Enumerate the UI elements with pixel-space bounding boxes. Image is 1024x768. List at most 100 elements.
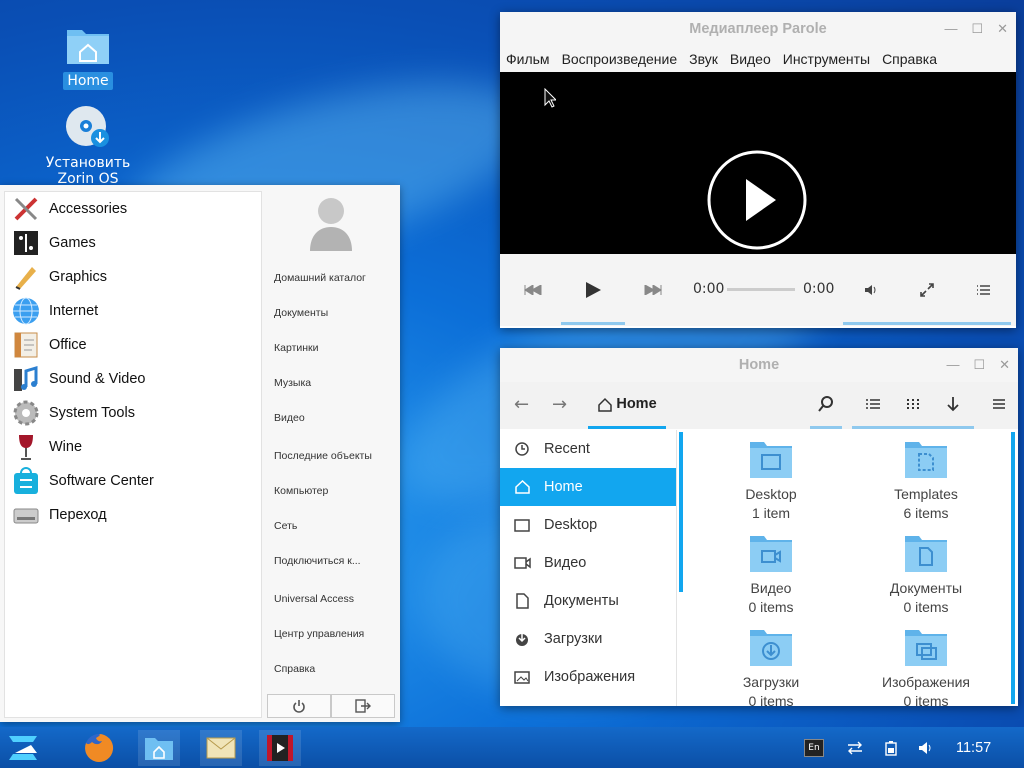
category-system-tools[interactable]: System Tools (5, 396, 261, 430)
documents-folder-icon (905, 536, 947, 572)
desktop-icon-label: Установить Zorin OS (45, 155, 131, 187)
big-play-icon[interactable] (706, 149, 808, 251)
sidebar-item-downloads[interactable]: Загрузки (500, 620, 676, 658)
place-documents[interactable]: Документы (274, 307, 328, 319)
folder-pictures[interactable]: Изображения 0 items (851, 626, 1001, 706)
taskbar-parole[interactable] (259, 730, 301, 766)
taskbar-firefox[interactable] (80, 730, 118, 766)
maximize-icon[interactable]: ☐ (973, 348, 985, 382)
close-icon[interactable]: ✕ (999, 348, 1010, 382)
fullscreen-icon[interactable] (920, 283, 934, 297)
video-area[interactable] (500, 72, 1016, 254)
play-icon[interactable] (584, 281, 602, 299)
logout-button[interactable] (331, 694, 395, 718)
place-control-center[interactable]: Центр управления (274, 628, 364, 640)
desktop-icon (514, 518, 530, 532)
taskbar-mail[interactable] (200, 730, 242, 766)
progress-strip-right (843, 322, 1011, 325)
home-icon (514, 480, 530, 494)
window-title: Медиаплеер Parole (689, 21, 827, 37)
menu-icon[interactable] (992, 398, 1006, 410)
maximize-icon[interactable]: ☐ (971, 12, 983, 46)
sidebar-item-desktop[interactable]: Desktop (500, 506, 676, 544)
place-recent[interactable]: Последние объекты (274, 450, 372, 462)
next-icon[interactable] (644, 285, 662, 295)
folder-templates[interactable]: Templates 6 items (851, 438, 1001, 523)
sidebar-item-video[interactable]: Видео (500, 544, 676, 582)
place-music[interactable]: Музыка (274, 377, 311, 389)
menu-film[interactable]: Фильм (506, 51, 550, 67)
volume-icon[interactable] (918, 741, 934, 755)
folder-downloads[interactable]: Загрузки 0 items (696, 626, 846, 706)
folder-desktop[interactable]: Desktop 1 item (696, 438, 846, 523)
category-software-center[interactable]: Software Center (5, 464, 261, 498)
location-home-button[interactable]: Home (588, 382, 666, 429)
menu-video[interactable]: Видео (730, 51, 771, 67)
folder-documents[interactable]: Документы 0 items (851, 532, 1001, 617)
category-games[interactable]: Games (5, 226, 261, 260)
menu-audio[interactable]: Звук (689, 51, 718, 67)
category-list: Accessories Games Graphics Internet Offi… (4, 191, 262, 718)
player-titlebar[interactable]: Медиаплеер Parole — ☐ ✕ (500, 12, 1016, 46)
list-view-icon[interactable] (866, 398, 880, 410)
menu-help[interactable]: Справка (882, 51, 937, 67)
back-arrow-icon[interactable]: ← (514, 394, 529, 415)
place-computer[interactable]: Компьютер (274, 485, 328, 497)
fm-sidebar: Recent Home Desktop Видео Документы Загр… (500, 430, 677, 706)
file-manager-window: Home — ☐ ✕ ← → Home Recent Home Desktop … (500, 348, 1018, 706)
grid-view-icon[interactable] (906, 398, 920, 410)
sidebar-item-recent[interactable]: Recent (500, 430, 676, 468)
category-graphics[interactable]: Graphics (5, 260, 261, 294)
volume-icon[interactable] (864, 284, 878, 296)
category-sound-video[interactable]: Sound & Video (5, 362, 261, 396)
media-player-window: Медиаплеер Parole — ☐ ✕ Фильм Воспроизве… (500, 12, 1016, 328)
desktop-icon-home[interactable]: Home (33, 24, 143, 90)
place-connect[interactable]: Подключиться к... (274, 555, 361, 567)
forward-arrow-icon[interactable]: → (552, 394, 567, 415)
place-universal-access[interactable]: Universal Access (274, 593, 354, 605)
network-arrows-icon[interactable] (846, 741, 864, 755)
place-video[interactable]: Видео (274, 412, 305, 424)
seek-bar[interactable] (727, 288, 795, 291)
content-scrollbar[interactable] (1011, 432, 1015, 704)
folder-video[interactable]: Видео 0 items (696, 532, 846, 617)
taskbar-files[interactable] (138, 730, 180, 766)
search-icon[interactable] (818, 396, 834, 412)
category-go[interactable]: Переход (5, 498, 261, 532)
sidebar-item-home[interactable]: Home (500, 468, 676, 506)
taskbar: En 11:57 (0, 727, 1024, 768)
pictures-folder-icon (905, 630, 947, 666)
time-total: 0:00 (803, 281, 835, 297)
minimize-icon[interactable]: — (944, 12, 957, 46)
place-network[interactable]: Сеть (274, 520, 297, 532)
battery-icon[interactable] (884, 740, 898, 756)
clock[interactable]: 11:57 (956, 740, 991, 756)
image-icon (514, 670, 530, 684)
minimize-icon[interactable]: — (946, 348, 959, 382)
playlist-icon[interactable] (976, 284, 990, 296)
place-help[interactable]: Справка (274, 663, 315, 675)
sort-down-icon[interactable] (946, 396, 960, 412)
keyboard-layout-indicator[interactable]: En (804, 738, 824, 757)
desktop-icon-installer[interactable]: Установить Zorin OS (33, 104, 143, 188)
category-accessories[interactable]: Accessories (5, 192, 261, 226)
sidebar-scrollbar[interactable] (679, 432, 683, 592)
progress-strip-left (561, 322, 625, 325)
category-internet[interactable]: Internet (5, 294, 261, 328)
place-home[interactable]: Домашний каталог (274, 272, 366, 284)
previous-icon[interactable] (524, 285, 542, 295)
place-pictures[interactable]: Картинки (274, 342, 319, 354)
close-icon[interactable]: ✕ (997, 12, 1008, 46)
menu-playback[interactable]: Воспроизведение (562, 51, 678, 67)
templates-folder-icon (905, 442, 947, 478)
fm-titlebar[interactable]: Home — ☐ ✕ (500, 348, 1018, 382)
games-icon (11, 228, 41, 258)
menu-tools[interactable]: Инструменты (783, 51, 870, 67)
sidebar-item-documents[interactable]: Документы (500, 582, 676, 620)
zorin-menu-button[interactable] (0, 730, 46, 766)
player-menubar: Фильм Воспроизведение Звук Видео Инструм… (500, 46, 1016, 72)
power-button[interactable] (267, 694, 331, 718)
category-office[interactable]: Office (5, 328, 261, 362)
sidebar-item-images[interactable]: Изображения (500, 658, 676, 696)
category-wine[interactable]: Wine (5, 430, 261, 464)
